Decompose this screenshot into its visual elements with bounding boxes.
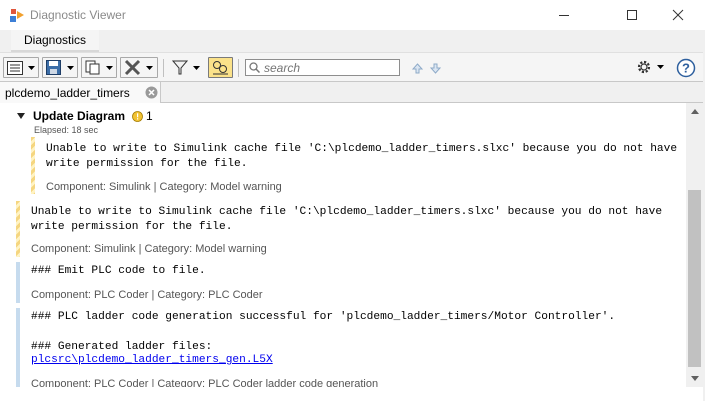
bottom-edge [0,387,705,401]
warning-icon [132,110,143,122]
warning-count: 1 [146,109,153,123]
message-text: Unable to write to Simulink cache file '… [31,206,663,218]
message-meta: Component: Simulink | Category: Model wa… [46,181,282,193]
diagnostics-pane: Update Diagram 1 Elapsed: 18 sec Unable … [0,103,686,401]
message-item[interactable]: ### PLC ladder code generation successfu… [16,308,681,394]
caret-down-icon[interactable] [16,111,26,121]
clear-button[interactable] [120,57,158,78]
scrollbar-thumb[interactable] [688,190,701,367]
close-button[interactable] [655,0,701,30]
document-tab-label: plcdemo_ladder_timers [5,85,130,100]
message-text: ### Generated ladder files: [31,341,213,353]
arrow-up-icon [411,62,423,73]
help-icon[interactable]: ? [676,58,696,78]
window-title: Diagnostic Viewer [30,8,126,22]
search-field[interactable] [245,59,400,76]
copy-icon [85,60,100,75]
save-button[interactable] [42,57,78,78]
filter-button[interactable] [168,57,204,78]
next-button[interactable] [428,61,442,75]
minimize-button[interactable] [541,0,587,30]
chevron-down-icon [106,65,114,70]
chevron-down-icon [146,65,153,70]
gear-icon [637,60,651,74]
message-text: write permission for the file. [46,158,248,170]
info-bar [16,308,20,394]
chevron-down-icon [28,65,36,70]
maximize-icon [627,10,637,20]
chevron-down-icon [67,65,75,70]
scroll-down-button[interactable] [686,370,703,387]
svg-text:?: ? [682,61,690,76]
toolbar-separator [238,59,239,77]
search-input[interactable] [262,60,397,75]
ribbon-tab-strip: Diagnostics [0,30,705,52]
chevron-down-icon [193,65,201,70]
vertical-scrollbar[interactable] [686,103,703,387]
clear-icon [124,59,140,76]
chevron-down-icon [657,65,664,69]
message-meta: Component: Simulink | Category: Model wa… [31,243,267,255]
filter-icon [171,60,188,75]
maximize-button[interactable] [609,0,655,30]
scroll-up-icon [690,109,699,114]
group-title: Update Diagram [33,109,126,123]
close-icon [672,9,684,21]
tab-diagnostics-label: Diagnostics [23,33,87,47]
minimize-icon [559,15,569,16]
message-text: ### PLC ladder code generation successfu… [31,311,616,323]
search-icon [248,62,260,73]
expand-all-button[interactable] [3,57,39,78]
message-item[interactable]: Unable to write to Simulink cache file '… [31,137,681,194]
elapsed-time: Elapsed: 18 sec [34,125,99,135]
toolbar: ? [0,52,705,82]
message-item[interactable]: ### Emit PLC code to file. Component: PL… [16,262,681,303]
warning-bar [31,137,35,194]
document-tab-strip: plcdemo_ladder_timers [0,82,705,103]
arrow-down-icon [429,63,441,74]
warning-bar [16,201,20,257]
save-icon [46,60,62,75]
previous-button[interactable] [410,61,424,75]
scroll-down-icon [690,376,699,381]
group-header[interactable]: Update Diagram 1 [16,109,153,123]
close-tab-icon[interactable] [145,86,158,99]
message-text: Unable to write to Simulink cache file '… [46,143,678,155]
generated-file-link[interactable]: plcsrc\plcdemo_ladder_timers_gen.L5X [31,354,273,366]
message-item[interactable]: Unable to write to Simulink cache file '… [16,201,681,257]
group-by-button[interactable] [208,57,233,78]
info-bar [16,262,20,303]
message-meta: Component: PLC Coder | Category: PLC Cod… [31,289,263,301]
scroll-up-button[interactable] [686,103,703,120]
tab-plcdemo-ladder-timers[interactable]: plcdemo_ladder_timers [0,82,161,103]
toolbar-separator [163,59,164,77]
message-text: ### Emit PLC code to file. [31,265,206,277]
expand-all-icon [6,60,23,75]
tab-diagnostics[interactable]: Diagnostics [11,30,99,52]
title-bar: Diagnostic Viewer [0,0,705,30]
message-text: write permission for the file. [31,221,233,233]
group-by-icon [212,61,228,75]
simulink-app-icon [10,9,24,22]
settings-button[interactable] [636,59,664,75]
copy-button[interactable] [81,57,117,78]
